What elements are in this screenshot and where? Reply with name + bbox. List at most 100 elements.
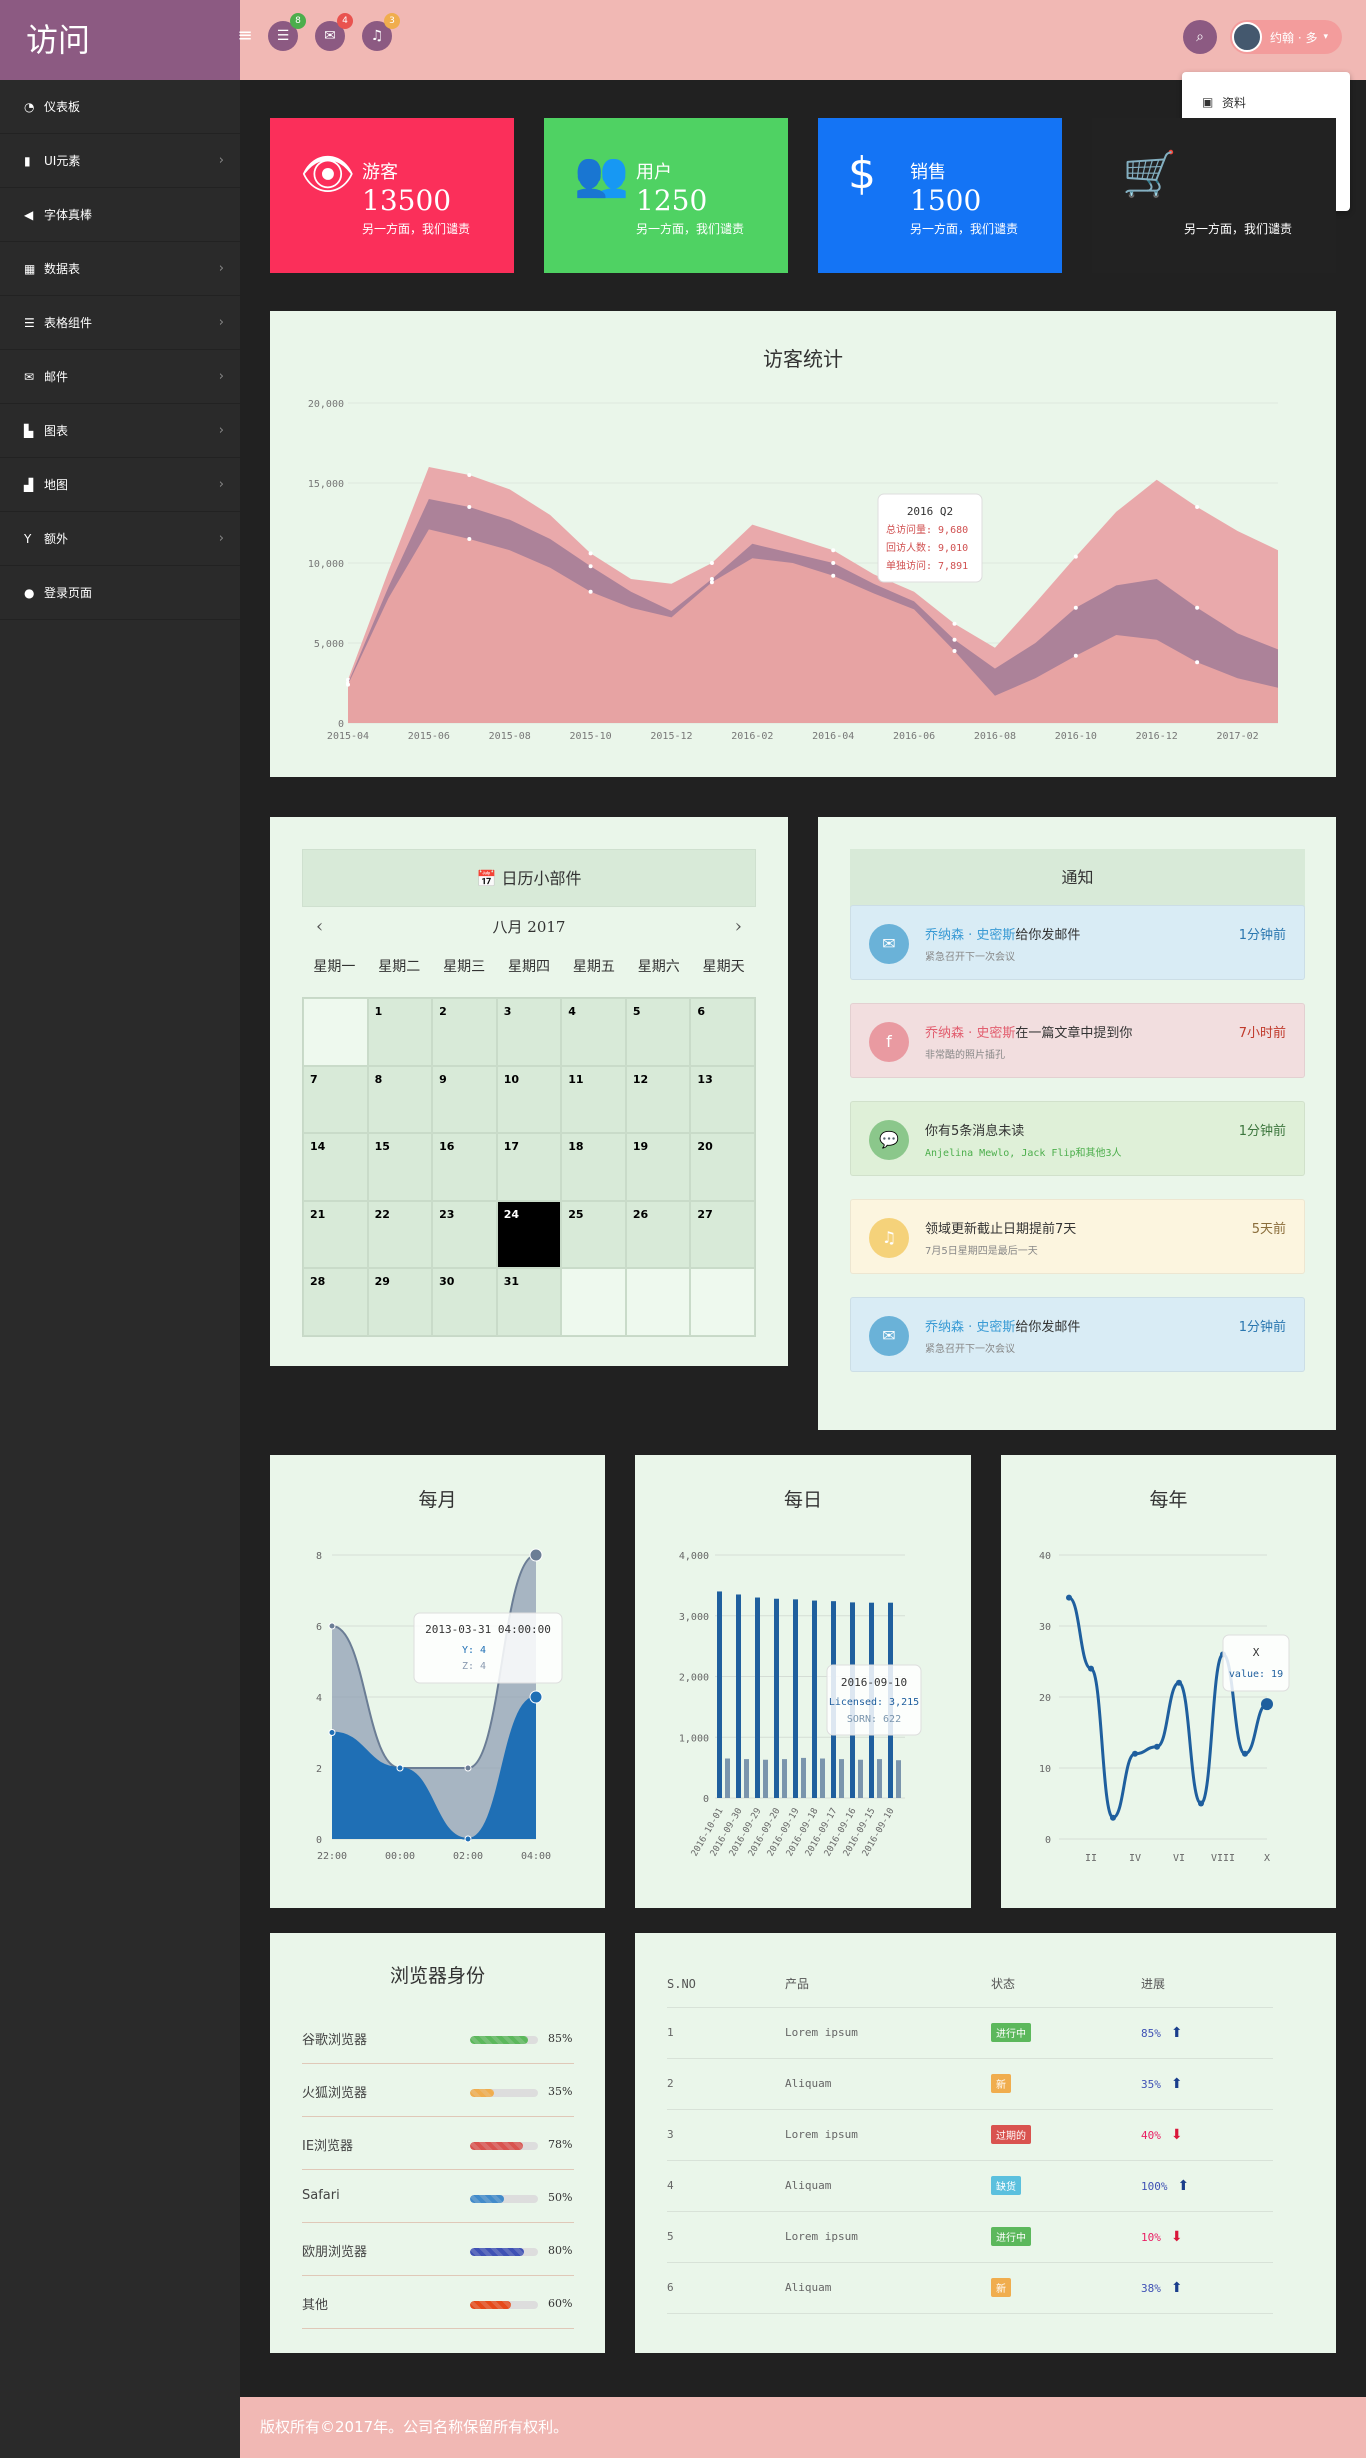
sidebar-item-1[interactable]: ▮ UI元素 ›	[0, 134, 240, 188]
calendar-day[interactable]: 2	[432, 998, 497, 1066]
notification-item[interactable]: f 乔纳森 · 史密斯在一篇文章中提到你 非常酷的照片插孔 7小时前	[850, 1003, 1305, 1078]
calendar-day[interactable]: 31	[496, 1268, 562, 1336]
monthly-chart: 0 2 4 6 8 22:00 00:00 02:00 04:00 2013-03-31 04:0…	[316, 1548, 563, 1862]
calendar-day[interactable]: 4	[561, 998, 626, 1066]
sidebar-item-label: 邮件	[44, 370, 69, 384]
sidebar-item-5[interactable]: ✉ 邮件 ›	[0, 350, 240, 404]
chevron-right-icon: ›	[218, 369, 224, 384]
next-month-button[interactable]: ›	[735, 907, 742, 947]
calendar-day[interactable]: 25	[561, 1200, 626, 1269]
notification-item[interactable]: ♫ 领域更新截止日期提前7天 7月5日星期四是最后一天 5天前	[850, 1199, 1305, 1274]
menu-toggle-button[interactable]: ≡	[230, 21, 260, 51]
column-header[interactable]: 产品	[785, 1961, 991, 2008]
calendar-day[interactable]: 12	[625, 1065, 691, 1134]
user-menu-label: 资料	[1222, 95, 1247, 110]
sidebar-item-9[interactable]: ● 登录页面	[0, 566, 240, 620]
calendar-day[interactable]: 21	[303, 1200, 368, 1269]
progress-cell: 35% ⬆	[1141, 2058, 1273, 2110]
calendar-day[interactable]: 18	[561, 1133, 626, 1201]
calendar-day[interactable]: 19	[625, 1133, 691, 1201]
mail-button[interactable]: ✉ 4	[315, 13, 353, 51]
notification-sender[interactable]: 乔纳森 · 史密斯	[925, 1026, 1015, 1041]
user-menu-button[interactable]: 约翰 · 多 ▾	[1230, 20, 1342, 54]
calendar-day[interactable]: 23	[432, 1200, 497, 1269]
prev-month-button[interactable]: ‹	[316, 907, 323, 947]
tooltip-line: Licensed: 3,215	[829, 1697, 919, 1708]
user-menu-item-0[interactable]: ▣ 资料	[1182, 82, 1350, 122]
notification-item[interactable]: ✉ 乔纳森 · 史密斯给你发邮件 紧急召开下一次会议 1分钟前	[850, 1297, 1305, 1372]
stat-subtext: 另一方面，我们谴责	[636, 222, 745, 236]
data-point	[464, 1835, 472, 1843]
calendar-day[interactable]: 8	[367, 1065, 433, 1134]
bell-button[interactable]: ♫ 3	[362, 13, 400, 51]
calendar-day[interactable]: 20	[690, 1133, 755, 1201]
notification-item[interactable]: 💬 你有5条消息未读 Anjelina Mewlo, Jack Flip和其他3人 1…	[850, 1101, 1305, 1176]
y-tick-label: 0	[703, 1794, 709, 1805]
calendar-grid: 1 2 3 4 5 6 7 8 9 10 11 12 13 14 15 16 17 18 19 20 21 22 23 24 2…	[302, 997, 756, 1337]
calendar-day[interactable]: 6	[690, 998, 755, 1066]
calendar-day[interactable]: 15	[367, 1133, 433, 1201]
calendar-day[interactable]	[690, 1268, 755, 1336]
calendar-day[interactable]: 13	[690, 1065, 755, 1134]
sidebar-item-3[interactable]: ▦ 数据表 ›	[0, 242, 240, 296]
notification-sender[interactable]: 乔纳森 · 史密斯	[925, 1320, 1015, 1335]
tasks-button[interactable]: ☰ 8	[268, 13, 306, 51]
calendar-day[interactable]: 24	[496, 1200, 562, 1269]
calendar-day[interactable]: 1	[367, 998, 433, 1066]
brand-logo[interactable]: 访问	[0, 0, 240, 80]
status-cell: 过期的	[991, 2109, 1141, 2161]
progress-bar	[470, 2301, 538, 2309]
progress-value: 38%	[1141, 2281, 1161, 2295]
calendar-day[interactable]: 10	[496, 1065, 562, 1134]
footer: 版权所有©2017年。公司名称保留所有权利。	[240, 2397, 1366, 2458]
sidebar-item-4[interactable]: ☰ 表格组件 ›	[0, 296, 240, 350]
bar-licensed	[812, 1600, 817, 1798]
calendar-day[interactable]	[303, 998, 368, 1066]
notification-subtext: 紧急召开下一次会议	[925, 952, 1015, 963]
sidebar-item-0[interactable]: ◔ 仪表板	[0, 80, 240, 134]
calendar-day[interactable]: 29	[367, 1268, 433, 1336]
progress-bar	[470, 2248, 538, 2256]
book-icon: ▮	[24, 153, 31, 168]
column-header[interactable]: 进展	[1141, 1961, 1273, 2008]
calendar-day[interactable]: 27	[690, 1200, 755, 1269]
sidebar-item-6[interactable]: ▙ 图表 ›	[0, 404, 240, 458]
calendar-day[interactable]	[561, 1268, 626, 1336]
status-badge: 新	[991, 2278, 1011, 2297]
bar-licensed	[717, 1591, 722, 1798]
table-row: 3 Lorem ipsum 过期的 40% ⬇	[667, 2109, 1273, 2161]
calendar-day[interactable]: 16	[432, 1133, 497, 1201]
calendar-day[interactable]: 3	[496, 998, 562, 1066]
column-header[interactable]: S.NO	[667, 1961, 785, 2008]
column-header[interactable]: 状态	[991, 1961, 1141, 2008]
calendar-day[interactable]: 5	[625, 998, 691, 1066]
calendar-day[interactable]: 28	[303, 1268, 368, 1336]
calendar-day[interactable]: 11	[561, 1065, 626, 1134]
progress-value: 35%	[1141, 2077, 1161, 2091]
progress-fill	[470, 2089, 494, 2097]
data-point	[1261, 1698, 1273, 1711]
calendar-day[interactable]	[625, 1268, 691, 1336]
calendar-day[interactable]: 30	[432, 1268, 497, 1336]
browser-percent: 50%	[548, 2191, 573, 2204]
calendar-day[interactable]: 22	[367, 1200, 433, 1269]
progress-value: 40%	[1141, 2128, 1161, 2142]
sidebar-item-8[interactable]: Y 额外 ›	[0, 512, 240, 566]
notification-text: 给你发邮件	[1015, 928, 1081, 943]
calendar-day[interactable]: 26	[625, 1200, 691, 1269]
calendar-day[interactable]: 14	[303, 1133, 368, 1201]
product-table: S.NO 产品 状态 进展 1 Lorem ipsum 进行中 85% ⬆ 2 Aliquam 新 3…	[667, 1961, 1273, 2314]
calendar-day[interactable]: 9	[432, 1065, 497, 1134]
notification-item[interactable]: ✉ 乔纳森 · 史密斯给你发邮件 紧急召开下一次会议 1分钟前	[850, 905, 1305, 980]
sidebar-item-7[interactable]: ▟ 地图 ›	[0, 458, 240, 512]
stat-value: 1500	[910, 184, 982, 217]
data-point	[1073, 653, 1078, 658]
sidebar-item-2[interactable]: ◀ 字体真棒	[0, 188, 240, 242]
calendar-day[interactable]: 7	[303, 1065, 368, 1134]
notification-sender[interactable]: 乔纳森 · 史密斯	[925, 928, 1015, 943]
calendar-day[interactable]: 17	[496, 1133, 562, 1201]
data-point	[1132, 1750, 1138, 1757]
y-tick-label: 10	[1039, 1764, 1051, 1775]
search-button[interactable]: ⌕	[1183, 20, 1217, 54]
y-tick-label: 20	[1039, 1693, 1051, 1704]
